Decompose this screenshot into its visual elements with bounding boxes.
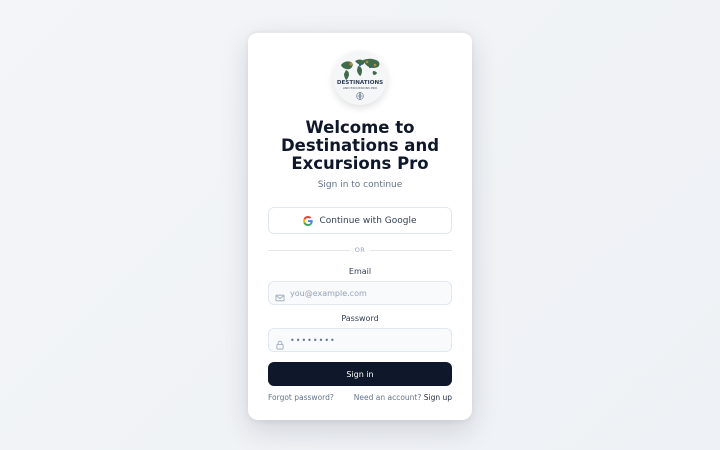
brand-logo: DESTINATIONS AND EXCURSIONS PRO [333, 51, 387, 105]
divider-line-left [268, 249, 350, 251]
divider-text: OR [354, 246, 366, 254]
signup-prompt-text: Need an account? [353, 393, 422, 402]
google-icon [303, 215, 314, 226]
page-title: Welcome to Destinations and Excursions P… [280, 118, 439, 173]
divider-line-right [370, 249, 453, 251]
google-signin-label: Continue with Google [319, 215, 417, 226]
signup-prompt: Need an account? Sign up [354, 393, 452, 402]
signin-button[interactable]: Sign in [268, 362, 452, 386]
logo-tagline: AND EXCURSIONS PRO [343, 86, 378, 90]
page-subtitle: Sign in to continue [317, 180, 403, 190]
email-label: Email [348, 267, 372, 276]
password-input[interactable]: •••••••• [290, 336, 336, 345]
or-divider: OR [268, 245, 453, 255]
forgot-password-link[interactable]: Forgot password? [268, 393, 334, 402]
email-field[interactable] [268, 281, 452, 305]
password-field[interactable]: •••••••• [268, 328, 452, 352]
email-input[interactable] [290, 288, 440, 298]
google-signin-button[interactable]: Continue with Google [268, 207, 452, 234]
signup-link[interactable]: Sign up [424, 393, 452, 402]
lock-icon [275, 335, 285, 350]
auth-footer: Forgot password? Need an account? Sign u… [268, 393, 452, 402]
mail-icon [275, 288, 285, 302]
login-card: DESTINATIONS AND EXCURSIONS PRO Welcome … [248, 31, 472, 420]
password-label: Password [341, 314, 379, 323]
